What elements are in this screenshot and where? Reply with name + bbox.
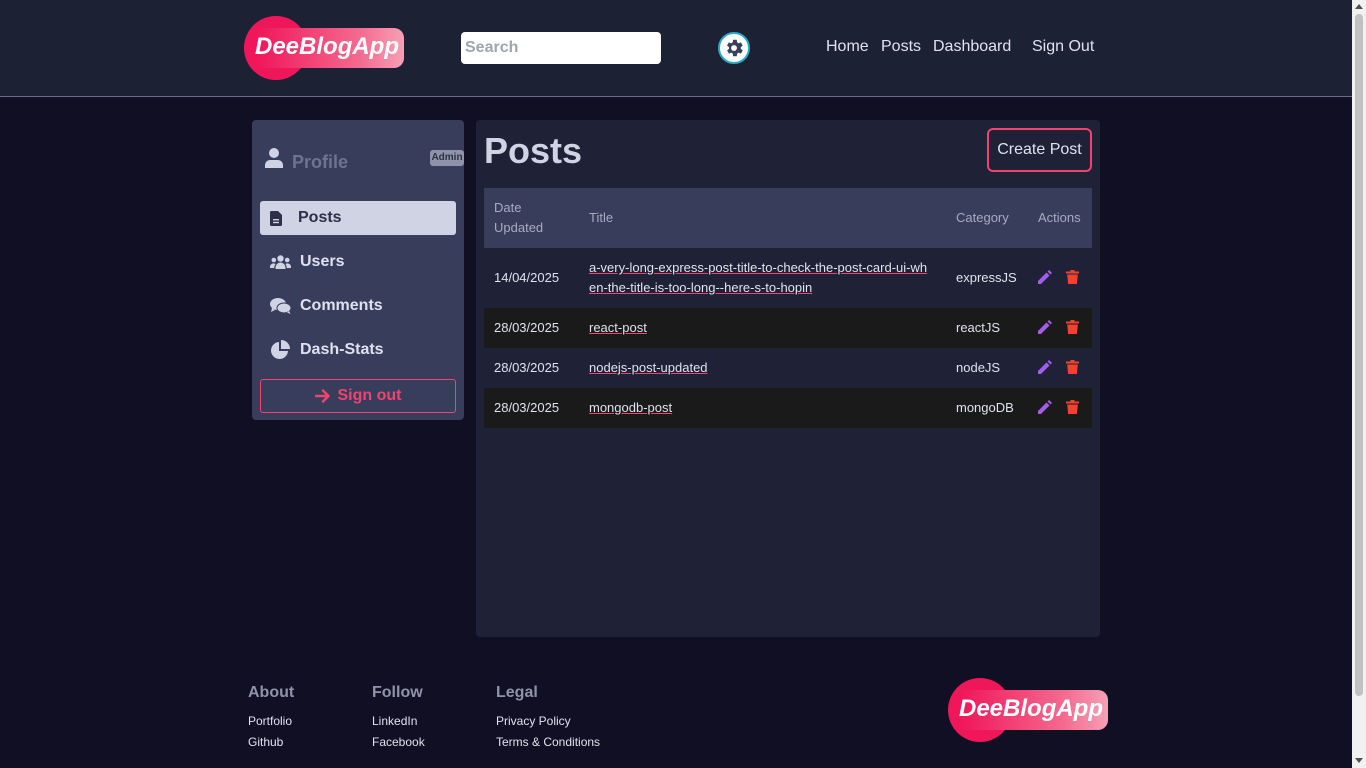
user-icon — [265, 148, 283, 168]
nav-home-link[interactable]: Home — [826, 38, 869, 56]
scroll-down-arrow[interactable] — [1355, 758, 1363, 763]
role-badge: Admin — [430, 150, 464, 166]
scroll-thumb[interactable] — [1355, 14, 1363, 696]
gear-icon — [727, 39, 743, 57]
create-post-button[interactable]: Create Post — [987, 128, 1092, 172]
footer-link-portfolio[interactable]: Portfolio — [248, 714, 294, 728]
footer-link-facebook[interactable]: Facebook — [372, 735, 425, 749]
users-icon — [270, 255, 292, 269]
pencil-icon — [1038, 270, 1052, 284]
page-title: Posts — [484, 130, 583, 171]
edit-button[interactable] — [1038, 270, 1052, 284]
table-row: 28/03/2025 nodejs-post-updated nodeJS — [484, 348, 1092, 388]
pencil-icon — [1038, 400, 1052, 414]
edit-button[interactable] — [1038, 360, 1052, 374]
table-header: Date Updated Title Category Actions — [484, 188, 1092, 248]
row-title-link[interactable]: mongodb-post — [589, 400, 672, 415]
footer-heading: About — [248, 684, 295, 701]
logo-text: DeeBlogApp — [959, 695, 1103, 722]
delete-button[interactable] — [1066, 360, 1079, 374]
footer-link-privacy[interactable]: Privacy Policy — [496, 714, 600, 728]
footer-heading: Follow — [372, 684, 423, 701]
row-category: reactJS — [956, 320, 1001, 335]
sidebar-item-dash-stats[interactable]: Dash-Stats — [260, 333, 456, 367]
profile-label: Profile — [292, 152, 349, 172]
scroll-up-arrow[interactable] — [1355, 4, 1363, 9]
table-row: 28/03/2025 mongodb-post mongoDB — [484, 388, 1092, 428]
trash-icon — [1066, 270, 1079, 284]
sidebar-item-label: Comments — [300, 297, 383, 314]
sidebar-item-users[interactable]: Users — [260, 245, 456, 279]
footer-link-linkedin[interactable]: LinkedIn — [372, 714, 425, 728]
row-title-link[interactable]: react-post — [589, 320, 647, 335]
sidebar-item-label: Posts — [298, 209, 342, 226]
nav-dashboard-link[interactable]: Dashboard — [933, 38, 1011, 56]
header-title: Title — [589, 210, 614, 225]
footer-link-terms[interactable]: Terms & Conditions — [496, 735, 600, 749]
theme-toggle-button[interactable] — [718, 32, 750, 64]
trash-icon — [1066, 320, 1079, 334]
edit-button[interactable] — [1038, 400, 1052, 414]
footer-legal: Legal Privacy Policy Terms & Conditions — [496, 684, 600, 756]
arrow-right-icon — [314, 389, 330, 403]
row-category: mongoDB — [956, 400, 1014, 415]
row-date: 28/03/2025 — [494, 400, 560, 415]
pencil-icon — [1038, 320, 1052, 334]
comments-icon — [270, 298, 292, 314]
table-row: 28/03/2025 react-post reactJS — [484, 308, 1092, 348]
footer-heading: Legal — [496, 684, 538, 701]
brand-logo[interactable]: DeeBlogApp — [244, 16, 404, 80]
sidebar-item-posts[interactable]: Posts — [260, 201, 456, 235]
sidebar-item-label: Users — [300, 253, 345, 270]
pencil-icon — [1038, 360, 1052, 374]
logo-text: DeeBlogApp — [255, 33, 399, 60]
sidebar-item-comments[interactable]: Comments — [260, 289, 456, 323]
header-category: Category — [956, 210, 1009, 225]
row-title-link[interactable]: a-very-long-express-post-title-to-check-… — [589, 260, 927, 295]
page-scrollbar[interactable] — [1352, 0, 1366, 768]
row-date: 28/03/2025 — [494, 320, 560, 335]
dashboard-sidebar: Profile Admin Posts Users Comments Dash-… — [252, 120, 464, 420]
posts-panel: Posts Create Post Date Updated Title Cat… — [476, 120, 1100, 637]
delete-button[interactable] — [1066, 320, 1079, 334]
trash-icon — [1066, 400, 1079, 414]
site-header: DeeBlogApp Home Posts Dashboard Sign Out — [0, 0, 1352, 97]
row-title-link[interactable]: nodejs-post-updated — [589, 360, 708, 375]
row-category: expressJS — [956, 270, 1017, 285]
sidebar-signout-button[interactable]: Sign out — [260, 379, 456, 413]
table-row: 14/04/2025 a-very-long-express-post-titl… — [484, 248, 1092, 308]
pie-chart-icon — [270, 340, 292, 360]
nav-signout-link[interactable]: Sign Out — [1032, 38, 1094, 56]
footer-follow: Follow LinkedIn Facebook — [372, 684, 425, 756]
delete-button[interactable] — [1066, 270, 1079, 284]
sidebar-item-label: Dash-Stats — [300, 341, 384, 358]
footer-about: About Portfolio Github — [248, 684, 294, 756]
edit-button[interactable] — [1038, 320, 1052, 334]
sidebar-profile[interactable]: Profile Admin — [264, 148, 464, 172]
signout-label: Sign out — [337, 387, 402, 404]
document-icon — [270, 210, 292, 226]
search-input[interactable] — [461, 32, 661, 64]
trash-icon — [1066, 360, 1079, 374]
nav-posts-link[interactable]: Posts — [881, 38, 921, 56]
footer-link-github[interactable]: Github — [248, 735, 294, 749]
delete-button[interactable] — [1066, 400, 1079, 414]
footer-brand-logo[interactable]: DeeBlogApp — [948, 678, 1108, 742]
row-date: 28/03/2025 — [494, 360, 560, 375]
row-date: 14/04/2025 — [494, 270, 560, 285]
row-category: nodeJS — [956, 360, 1001, 375]
header-actions: Actions — [1038, 210, 1081, 225]
header-date-updated: Date Updated — [494, 200, 544, 235]
